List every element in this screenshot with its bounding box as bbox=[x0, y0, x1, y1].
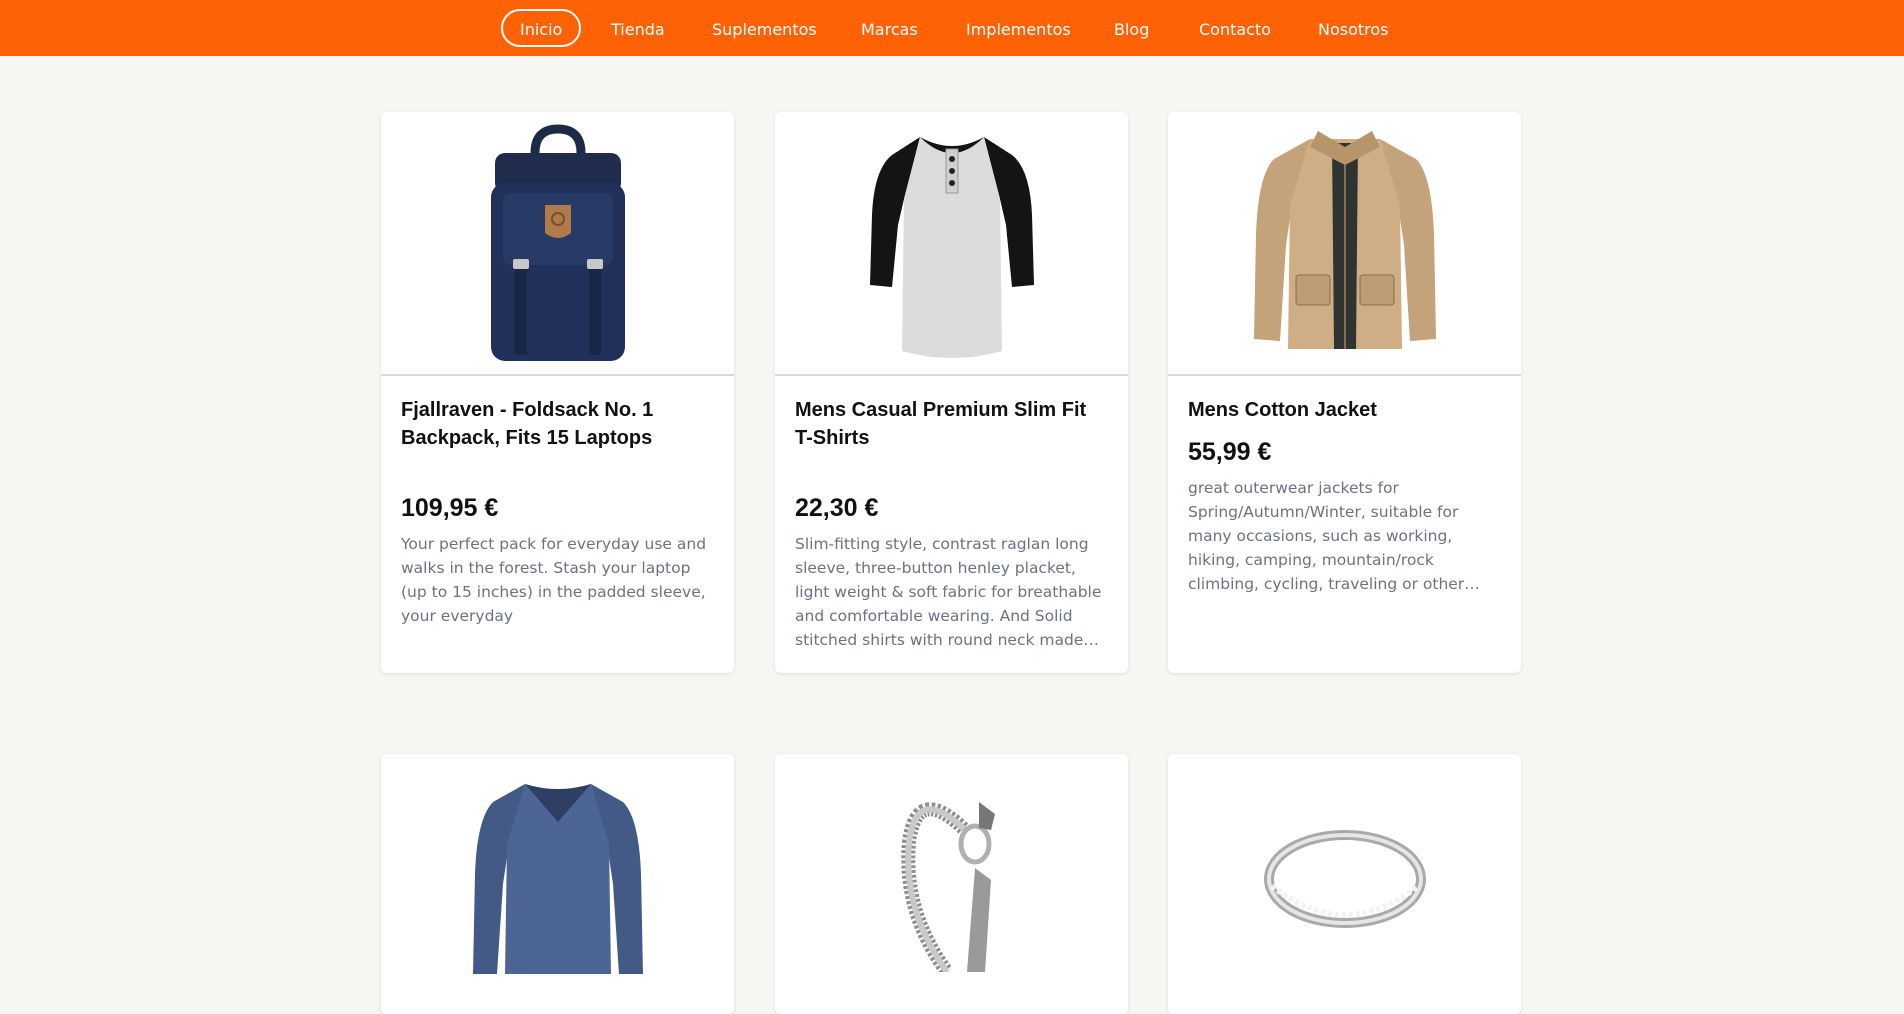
nav-link-tienda[interactable]: Tienda bbox=[592, 9, 684, 47]
jacket-icon bbox=[1253, 131, 1436, 349]
product-image[interactable] bbox=[775, 754, 1128, 1014]
product-image[interactable] bbox=[381, 112, 734, 376]
nav-link-contacto[interactable]: Contacto bbox=[1180, 9, 1290, 47]
henley-shirt-icon bbox=[869, 137, 1034, 358]
backpack-icon bbox=[490, 124, 625, 361]
nav-link-marcas[interactable]: Marcas bbox=[842, 9, 937, 47]
nav-link-implementos[interactable]: Implementos bbox=[947, 9, 1090, 47]
product-description: great outerwear jackets for Spring/Autum… bbox=[1188, 479, 1465, 593]
product-price: 109,95 € bbox=[401, 494, 499, 522]
product-card-backpack[interactable]: Fjallraven - Foldsack No. 1 Backpack, Fi… bbox=[381, 112, 734, 673]
product-card-long-sleeve[interactable] bbox=[381, 754, 734, 1014]
product-title[interactable]: Mens Casual Premium Slim Fit T-Shirts bbox=[795, 396, 1109, 452]
nav-link-nosotros[interactable]: Nosotros bbox=[1299, 9, 1408, 47]
product-title[interactable]: Fjallraven - Foldsack No. 1 Backpack, Fi… bbox=[401, 396, 715, 452]
product-price: 55,99 € bbox=[1188, 438, 1272, 466]
dragon-bracelet-icon bbox=[900, 802, 995, 972]
product-card-ring[interactable] bbox=[1168, 754, 1521, 1014]
nav-link-inicio[interactable]: Inicio bbox=[501, 9, 582, 47]
product-image[interactable] bbox=[1168, 754, 1521, 1014]
product-image[interactable] bbox=[1168, 112, 1521, 376]
product-title[interactable]: Mens Cotton Jacket bbox=[1188, 396, 1502, 424]
product-description: Your perfect pack for everyday use and w… bbox=[401, 535, 707, 625]
product-card-bracelet[interactable] bbox=[775, 754, 1128, 1014]
product-description: Slim-fitting style, contrast raglan long… bbox=[795, 535, 1102, 649]
product-card-tshirt[interactable]: Mens Casual Premium Slim Fit T-Shirts 22… bbox=[775, 112, 1128, 673]
nav-link-blog[interactable]: Blog bbox=[1095, 9, 1168, 47]
ring-icon bbox=[1263, 830, 1426, 928]
top-navigation: Inicio Tienda Suplementos Marcas Impleme… bbox=[0, 0, 1904, 56]
product-image[interactable] bbox=[775, 112, 1128, 376]
long-sleeve-shirt-icon bbox=[472, 784, 643, 974]
nav-link-suplementos[interactable]: Suplementos bbox=[693, 9, 836, 47]
product-price: 22,30 € bbox=[795, 494, 879, 522]
product-image[interactable] bbox=[381, 754, 734, 1014]
product-card-jacket[interactable]: Mens Cotton Jacket 55,99 € great outerwe… bbox=[1168, 112, 1521, 673]
